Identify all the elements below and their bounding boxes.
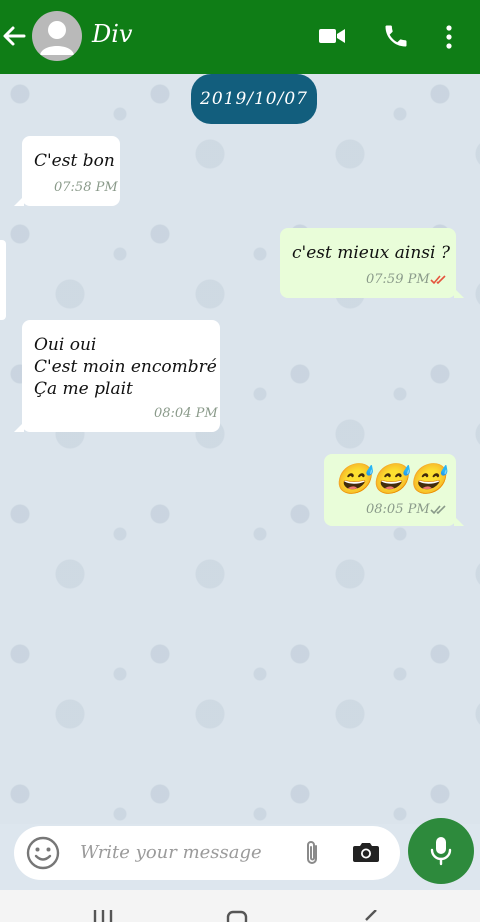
message-bubble-outgoing[interactable]: 😅😅😅 08:05 PM [324, 454, 464, 526]
camera-icon[interactable] [352, 840, 380, 864]
message-text: C'est bon [34, 151, 115, 171]
bubble-tail [14, 196, 24, 206]
side-drawer-handle[interactable] [0, 240, 6, 320]
system-navigation-bar [0, 890, 480, 922]
back-button[interactable] [0, 18, 30, 54]
message-composer[interactable]: Write your message [14, 826, 400, 880]
back-arrow-icon [3, 26, 26, 46]
message-time: 07:58 PM [54, 180, 118, 195]
message-emoji: 😅😅😅 [334, 462, 447, 497]
double-check-read-icon [430, 275, 446, 285]
video-call-button[interactable] [318, 26, 346, 50]
bubble-tail [454, 516, 464, 526]
message-text: Oui oui C'est moin encombré Ça me plait [34, 335, 217, 399]
recent-apps-icon[interactable] [92, 910, 114, 922]
attach-icon[interactable] [302, 838, 322, 868]
video-call-icon [319, 29, 345, 43]
chat-header: Div [0, 0, 480, 74]
home-icon[interactable] [226, 910, 248, 922]
message-time: 08:04 PM [154, 406, 218, 421]
date-badge: 2019/10/07 [191, 74, 317, 124]
contact-name[interactable]: Div [92, 20, 132, 48]
system-back-icon[interactable] [360, 910, 380, 922]
emoji-icon[interactable] [26, 836, 60, 870]
avatar-icon [40, 21, 74, 55]
message-bubble-outgoing[interactable]: c'est mieux ainsi ? 07:59 PM [280, 228, 464, 298]
message-text: c'est mieux ainsi ? [292, 243, 450, 263]
bubble-tail [14, 422, 24, 432]
message-input[interactable]: Write your message [80, 842, 262, 863]
mic-icon [430, 837, 452, 866]
message-time: 07:59 PM [366, 272, 430, 287]
voice-call-button[interactable] [382, 22, 410, 54]
double-check-delivered-icon [430, 505, 446, 515]
phone-icon [385, 25, 407, 47]
more-vert-icon [446, 25, 452, 49]
avatar[interactable] [32, 11, 82, 61]
voice-record-button[interactable] [408, 818, 474, 884]
bubble-tail [454, 288, 464, 298]
message-bubble-incoming[interactable]: Oui oui C'est moin encombré Ça me plait … [14, 320, 220, 432]
message-time: 08:05 PM [366, 502, 430, 517]
message-bubble-incoming[interactable]: C'est bon 07:58 PM [14, 136, 120, 206]
more-options-button[interactable] [444, 24, 454, 54]
